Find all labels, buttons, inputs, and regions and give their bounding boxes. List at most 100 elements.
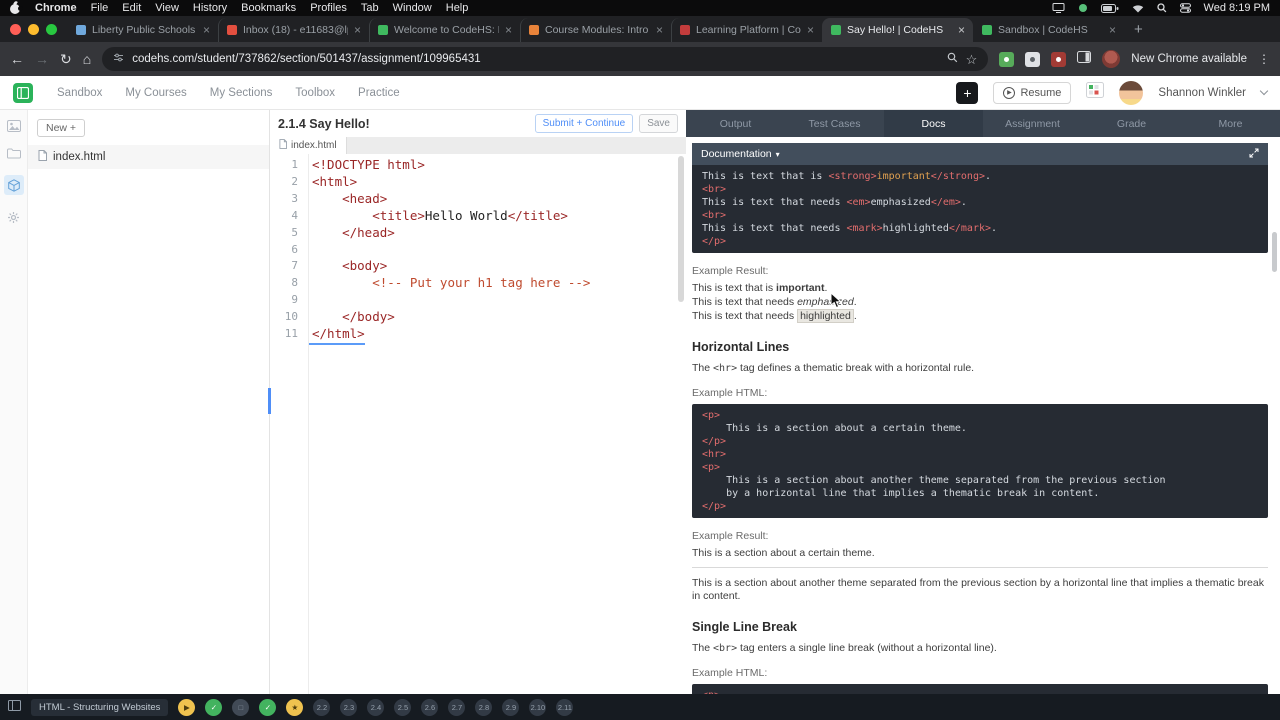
chrome-update-label[interactable]: New Chrome available	[1131, 53, 1247, 65]
save-button[interactable]: Save	[639, 114, 678, 133]
nav-toolbox[interactable]: Toolbox	[295, 87, 335, 99]
battery-icon[interactable]	[1100, 3, 1119, 13]
window-zoom-button[interactable]	[46, 23, 57, 35]
lesson-badge-2.5[interactable]: 2.5	[394, 698, 412, 716]
code-line-8[interactable]: 8 <!-- Put your h1 tag here -->	[270, 275, 686, 292]
browser-tab-4[interactable]: Course Modules: Intro Web D... ×	[520, 18, 671, 42]
layout-columns-icon[interactable]	[8, 698, 21, 716]
menubar-clock[interactable]: Wed 8:19 PM	[1204, 2, 1270, 14]
code-line-9[interactable]: 9	[270, 292, 686, 309]
browser-tab-1[interactable]: Liberty Public Schools - Cale... ×	[67, 18, 218, 42]
documentation-bar[interactable]: Documentation ▾	[692, 143, 1268, 165]
extension-icon-green[interactable]	[999, 51, 1015, 67]
expand-icon[interactable]	[1249, 148, 1259, 161]
editor-scrollbar[interactable]	[678, 156, 684, 302]
nav-my-courses[interactable]: My Courses	[125, 87, 186, 99]
tab-close-icon[interactable]: ×	[505, 24, 512, 36]
window-close-button[interactable]	[10, 23, 21, 35]
app-status-icon[interactable]	[1078, 3, 1088, 13]
menubar-item-chrome[interactable]: Chrome	[35, 2, 77, 14]
lesson-badge-2.9[interactable]: 2.9	[502, 698, 520, 716]
browser-profile-avatar[interactable]	[1102, 50, 1121, 68]
lesson-item-badge[interactable]: ★	[286, 698, 304, 716]
lesson-badge-2.10[interactable]: 2.10	[529, 698, 547, 716]
code-line-10[interactable]: 10 </body>	[270, 309, 686, 326]
wifi-icon[interactable]	[1132, 4, 1144, 13]
docs-tab-docs[interactable]: Docs	[884, 110, 983, 137]
url-text[interactable]: codehs.com/student/737862/section/501437…	[132, 53, 480, 65]
codehs-logo[interactable]	[13, 82, 33, 103]
settings-gear-icon[interactable]	[7, 211, 20, 224]
tab-close-icon[interactable]: ×	[656, 24, 663, 36]
activity-grid-icon[interactable]	[1086, 82, 1105, 103]
screen-mirroring-icon[interactable]	[1052, 3, 1065, 13]
browser-tab-5[interactable]: Learning Platform | CompTIA ×	[671, 18, 822, 42]
zoom-search-icon[interactable]	[947, 50, 958, 68]
extension-icon-light[interactable]	[1025, 51, 1041, 67]
file-item-index.html[interactable]: index.html	[28, 145, 269, 169]
docs-scrollbar[interactable]	[1272, 232, 1277, 272]
lesson-item-badge[interactable]: ✓	[205, 698, 223, 716]
bookmark-star-icon[interactable]: ☆	[966, 53, 978, 66]
code-line-5[interactable]: 5 </head>	[270, 225, 686, 242]
tab-close-icon[interactable]: ×	[354, 24, 361, 36]
chevron-down-icon[interactable]	[1259, 86, 1269, 95]
site-settings-icon[interactable]	[113, 50, 124, 68]
tab-close-icon[interactable]: ×	[807, 24, 814, 36]
code-area[interactable]: 1 <!DOCTYPE html> 2 <html> 3 <head> 4 <title>…	[270, 154, 686, 694]
tab-close-icon[interactable]: ×	[203, 24, 210, 36]
browser-tab-2[interactable]: Inbox (18) - e11683@lps53.o... ×	[218, 18, 369, 42]
code-line-2[interactable]: 2 <html>	[270, 174, 686, 191]
apple-menu-icon[interactable]	[10, 0, 23, 14]
code-line-4[interactable]: 4 <title>Hello World</title>	[270, 208, 686, 225]
lesson-badge-2.3[interactable]: 2.3	[340, 698, 358, 716]
lesson-badge-2.11[interactable]: 2.11	[556, 698, 574, 716]
menubar-item-window[interactable]: Window	[393, 2, 432, 14]
menubar-item-tab[interactable]: Tab	[361, 2, 379, 14]
slides-icon[interactable]	[6, 120, 21, 132]
side-panel-icon[interactable]	[1077, 50, 1092, 68]
lesson-badge-2.4[interactable]: 2.4	[367, 698, 385, 716]
extension-icon-red[interactable]	[1051, 51, 1067, 67]
back-icon[interactable]: ←	[10, 52, 24, 66]
browser-tab-6[interactable]: Say Hello! | CodeHS ×	[822, 18, 973, 42]
menubar-item-bookmarks[interactable]: Bookmarks	[241, 2, 296, 14]
home-icon[interactable]: ⌂	[83, 52, 91, 66]
docs-tab-grade[interactable]: Grade	[1082, 110, 1181, 137]
spotlight-search-icon[interactable]	[1156, 3, 1167, 13]
window-minimize-button[interactable]	[28, 23, 39, 35]
lesson-item-badge[interactable]: □	[232, 698, 250, 716]
code-line-6[interactable]: 6	[270, 242, 686, 259]
forward-icon[interactable]: →	[35, 52, 49, 66]
code-line-7[interactable]: 7 <body>	[270, 258, 686, 275]
nav-my-sections[interactable]: My Sections	[210, 87, 273, 99]
docs-tab-output[interactable]: Output	[686, 110, 785, 137]
new-file-button[interactable]: New +	[37, 119, 86, 137]
resume-button[interactable]: ▶ Resume	[993, 81, 1072, 104]
lesson-badge-2.7[interactable]: 2.7	[448, 698, 466, 716]
lesson-badge-2.6[interactable]: 2.6	[421, 698, 439, 716]
docs-tab-more[interactable]: More	[1181, 110, 1280, 137]
browser-tab-7[interactable]: Sandbox | CodeHS ×	[973, 18, 1124, 42]
code-line-11[interactable]: 11 </html>	[270, 326, 686, 345]
menubar-item-edit[interactable]: Edit	[122, 2, 141, 14]
browser-tab-3[interactable]: Welcome to CodeHS: Intro W... ×	[369, 18, 520, 42]
nav-practice[interactable]: Practice	[358, 87, 400, 99]
menubar-item-file[interactable]: File	[91, 2, 109, 14]
tab-close-icon[interactable]: ×	[1109, 24, 1116, 36]
lesson-item-badge[interactable]: ▶	[178, 698, 196, 716]
submit-continue-button[interactable]: Submit + Continue	[534, 114, 634, 133]
new-tab-button[interactable]: +	[1134, 21, 1143, 38]
menubar-item-view[interactable]: View	[155, 2, 179, 14]
menubar-item-help[interactable]: Help	[446, 2, 469, 14]
module-label[interactable]: HTML - Structuring Websites	[31, 698, 169, 716]
user-name[interactable]: Shannon Winkler	[1158, 87, 1246, 99]
code-line-3[interactable]: 3 <head>	[270, 191, 686, 208]
sandbox-cube-icon[interactable]	[3, 175, 24, 195]
panel-resize-handle[interactable]	[268, 388, 271, 414]
folder-icon[interactable]	[6, 148, 21, 159]
reload-icon[interactable]: ↻	[60, 52, 72, 66]
tab-close-icon[interactable]: ×	[958, 24, 965, 36]
code-line-1[interactable]: 1 <!DOCTYPE html>	[270, 157, 686, 174]
create-new-button[interactable]: +	[956, 81, 979, 104]
